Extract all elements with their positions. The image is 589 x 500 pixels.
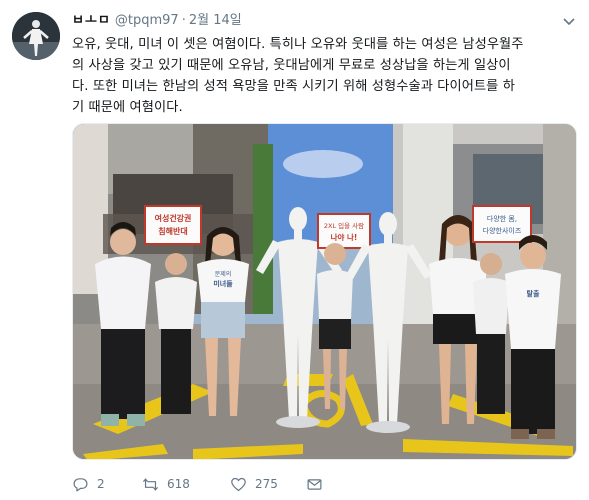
- like-icon: [230, 476, 247, 493]
- display-name[interactable]: ㅂㅗㅁ: [72, 13, 111, 28]
- sign-center-line-1: 2XL 입을 사람: [324, 221, 364, 230]
- like-count: 275: [255, 477, 278, 491]
- shirt-text-3: 탈출: [527, 289, 540, 298]
- reply-icon: [72, 476, 89, 493]
- tweet-text-line: 오유, 웃대, 미녀 이 셋은 여혐이다. 특히나 오유와 웃대를 하는 여성은…: [72, 37, 524, 52]
- avatar[interactable]: [12, 12, 60, 60]
- tweet-text-line: 의 사상을 갖고 있기 때문에 오유남, 웃대남에게 무료로 성상납을 하는게 …: [72, 58, 511, 73]
- tweet-text-line: 기 때문에 여혐이다.: [72, 100, 183, 115]
- sign-center-line-2: 나야 나!: [331, 232, 358, 242]
- tweet-text-line: 다. 또한 미녀는 한남의 성적 욕망을 만족 시키기 위해 성형수술과 다이어…: [72, 79, 515, 94]
- retweet-button[interactable]: 618: [142, 476, 208, 493]
- tweet-actions: 2 618 275: [72, 472, 323, 496]
- shirt-text-1: 문제의: [215, 270, 232, 278]
- like-button[interactable]: 275: [230, 476, 300, 493]
- retweet-icon: [142, 476, 159, 493]
- sign-left-line-2: 침해반대: [158, 226, 187, 236]
- shirt-text-2: 미녀들: [213, 279, 233, 288]
- separator-dot: ·: [181, 13, 186, 28]
- sign-left-line-1: 여성건강권: [155, 213, 192, 223]
- direct-message-button[interactable]: [306, 476, 323, 493]
- user-handle[interactable]: @tpqm97: [115, 13, 179, 28]
- direct-message-icon: [306, 476, 323, 493]
- tweet-header: ㅂㅗㅁ @tpqm97 · 2월 14일: [72, 11, 242, 31]
- tweet[interactable]: ㅂㅗㅁ @tpqm97 · 2월 14일 오유, 웃대, 미녀 이 셋은 여혐이다. …: [0, 0, 589, 500]
- reply-button[interactable]: 2: [72, 476, 138, 493]
- retweet-count: 618: [167, 477, 190, 491]
- tweet-photo[interactable]: 여성건강권 침해반대 문제의 미녀들 2XL 입을 사람 나야 나! 다양한 몸…: [72, 123, 577, 460]
- sign-right-line-1: 다양한 몸,: [487, 214, 517, 223]
- tweet-date[interactable]: 2월 14일: [189, 13, 242, 28]
- reply-count: 2: [97, 477, 105, 491]
- caret-down-icon[interactable]: [561, 14, 577, 30]
- sign-right-line-2: 다양한사이즈: [483, 226, 522, 235]
- tweet-text: 오유, 웃대, 미녀 이 셋은 여혐이다. 특히나 오유와 웃대를 하는 여성은…: [72, 34, 578, 118]
